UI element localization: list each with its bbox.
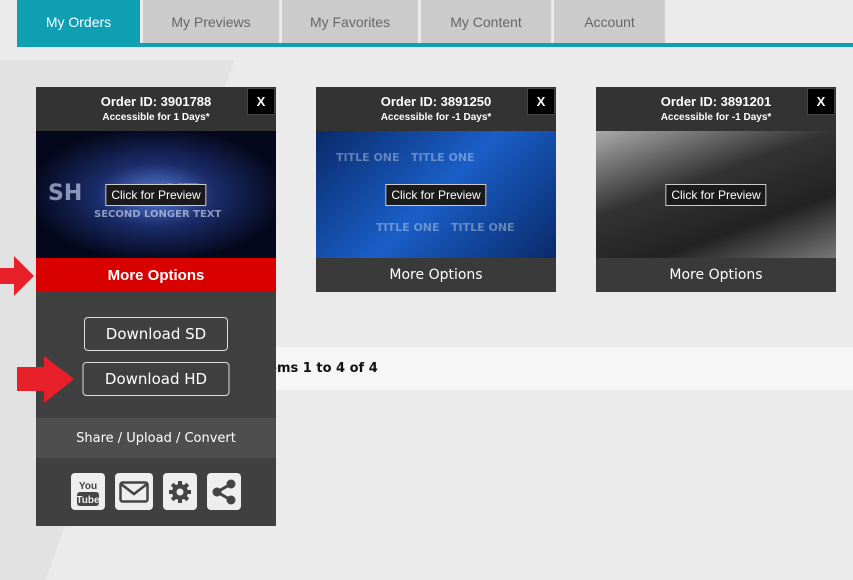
svg-text:Tube: Tube [76,495,100,506]
order-header: Order ID: 3891201 Accessible for -1 Days… [596,87,836,131]
order-card: Order ID: 3891201 Accessible for -1 Days… [596,87,836,292]
order-header: Order ID: 3891250 Accessible for -1 Days… [316,87,556,131]
order-card-expanded: Order ID: 3901788 Accessible for 1 Days*… [36,87,276,526]
tab-my-content[interactable]: My Content [421,0,551,43]
access-period: Accessible for 1 Days* [102,112,210,123]
order-header: Order ID: 3901788 Accessible for 1 Days*… [36,87,276,131]
tab-underline [17,43,853,47]
order-card: Order ID: 3891250 Accessible for -1 Days… [316,87,556,292]
order-id: Order ID: 3891201 [660,94,772,109]
video-thumbnail[interactable]: TITLE ONE TITLE ONE TITLE ONE TITLE ONE … [316,131,556,258]
order-id: Order ID: 3891250 [380,94,492,109]
close-button[interactable]: X [807,88,835,115]
email-icon[interactable] [115,473,153,510]
preview-button[interactable]: Click for Preview [105,183,207,206]
video-thumbnail[interactable]: Click for Preview [596,131,836,258]
tab-my-orders[interactable]: My Orders [17,0,140,43]
tab-my-favorites[interactable]: My Favorites [282,0,418,43]
red-arrow-annotation [17,356,74,403]
preview-button[interactable]: Click for Preview [385,183,487,206]
close-button[interactable]: X [527,88,555,115]
youtube-icon[interactable]: You Tube [71,473,105,510]
red-arrow-annotation [0,256,34,296]
access-period: Accessible for -1 Days* [380,112,492,123]
tab-account[interactable]: Account [554,0,665,43]
preview-button[interactable]: Click for Preview [665,183,767,206]
download-sd-button[interactable]: Download SD [84,317,228,351]
share-icons: You Tube [36,458,276,526]
tab-bar: My Orders My Previews My Favorites My Co… [17,0,668,43]
video-thumbnail[interactable]: SH XT SECOND LONGER TEXT Click for Previ… [36,131,276,258]
more-options-button[interactable]: More Options [36,258,276,292]
gear-icon[interactable] [163,473,197,510]
download-hd-button[interactable]: Download HD [82,362,230,396]
more-options-button[interactable]: More Options [596,258,836,292]
order-id: Order ID: 3901788 [100,94,212,109]
more-options-button[interactable]: More Options [316,258,556,292]
access-period: Accessible for -1 Days* [660,112,772,123]
share-upload-convert-label: Share / Upload / Convert [36,418,276,458]
tab-my-previews[interactable]: My Previews [143,0,279,43]
share-icon[interactable] [207,473,241,510]
close-button[interactable]: X [247,88,275,115]
svg-text:You: You [79,481,97,492]
